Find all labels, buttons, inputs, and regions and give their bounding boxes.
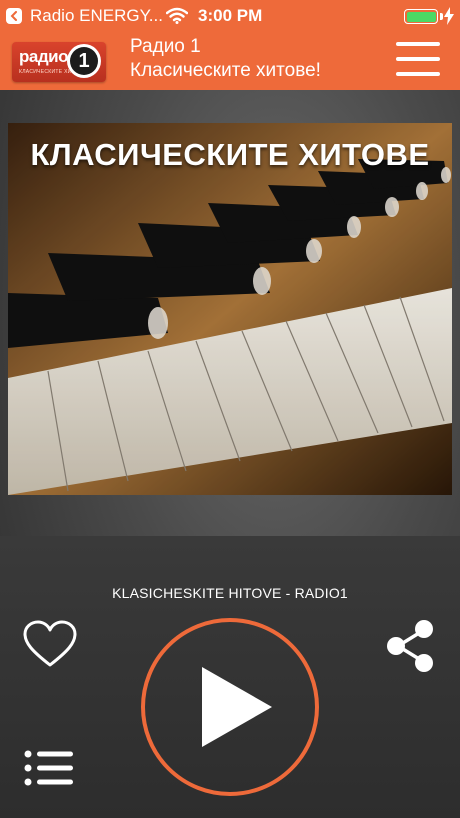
- wifi-icon: [166, 7, 188, 24]
- battery-nub: [440, 13, 443, 20]
- album-art: КЛАСИЧЕСКИТЕ ХИТОВЕ: [8, 123, 452, 495]
- charging-icon: [444, 7, 454, 25]
- status-app-name: Radio ENERGY...: [30, 6, 163, 25]
- share-icon[interactable]: [384, 618, 438, 674]
- back-chevron-icon[interactable]: [6, 8, 22, 24]
- station-title: Радио 1: [130, 36, 201, 57]
- logo-number: 1: [70, 47, 98, 75]
- station-logo: радио КЛАСИЧЕСКИТЕ ХИТОВЕ 1: [12, 42, 106, 82]
- station-subtitle: Класическите хитове!: [130, 60, 321, 81]
- app-header: радио КЛАСИЧЕСКИТЕ ХИТОВЕ 1 Радио 1 Клас…: [0, 32, 460, 90]
- album-title: КЛАСИЧЕСКИТЕ ХИТОВЕ: [30, 137, 430, 172]
- status-bar: Radio ENERGY... 3:00 PM: [0, 0, 460, 32]
- menu-bar: [396, 72, 440, 76]
- battery-fill: [406, 11, 436, 22]
- heart-icon[interactable]: [22, 620, 78, 668]
- now-playing-track: KLASICHESKITE HITOVE - RADIO1: [112, 585, 348, 601]
- menu-bar: [396, 57, 440, 61]
- status-time: 3:00 PM: [198, 6, 263, 25]
- logo-word: радио: [19, 47, 68, 66]
- play-icon: [202, 667, 272, 747]
- battery-icon: [404, 9, 438, 24]
- piano-keys-image: [8, 123, 452, 495]
- play-button[interactable]: [141, 618, 319, 796]
- playlist-icon[interactable]: [24, 750, 74, 786]
- menu-bar: [396, 42, 440, 46]
- logo-badge: 1: [67, 44, 101, 78]
- hamburger-menu-icon[interactable]: [396, 42, 440, 76]
